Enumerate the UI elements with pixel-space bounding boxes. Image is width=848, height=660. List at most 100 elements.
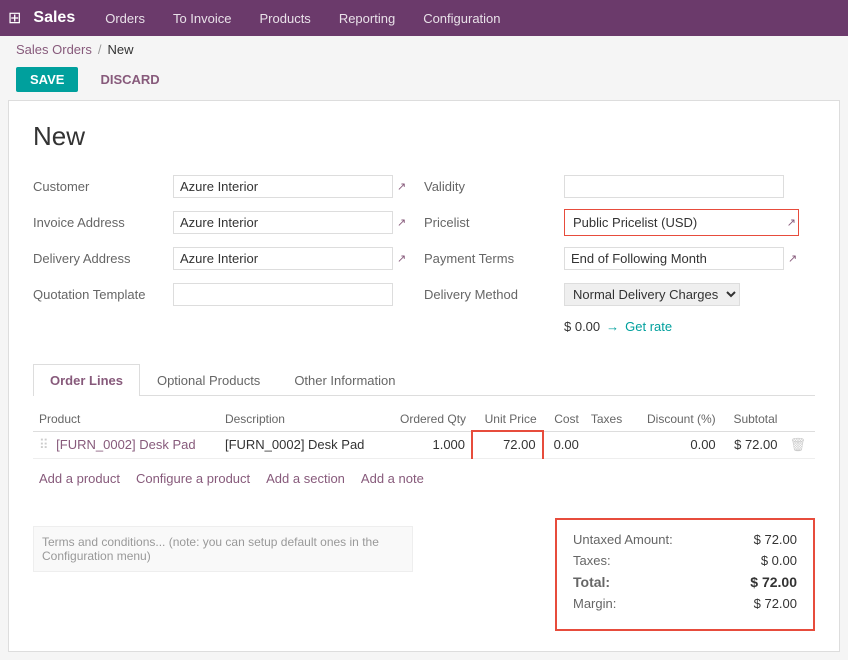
nav-orders[interactable]: Orders <box>99 7 151 30</box>
add-note-link[interactable]: Add a note <box>361 471 424 486</box>
col-delete <box>783 408 815 431</box>
tab-order-lines[interactable]: Order Lines <box>33 364 140 396</box>
row-delete[interactable]: 🗑 <box>783 431 815 458</box>
tab-optional-products[interactable]: Optional Products <box>140 364 277 396</box>
invoice-address-select[interactable]: Azure Interior <box>173 211 393 234</box>
col-cost: Cost <box>543 408 585 431</box>
pricelist-label: Pricelist <box>424 215 564 230</box>
delete-icon[interactable]: 🗑 <box>789 437 806 452</box>
delivery-address-row: Delivery Address Azure Interior ↗ <box>33 244 408 272</box>
validity-row: Validity <box>424 172 799 200</box>
margin-value: $ 72.00 <box>754 596 797 611</box>
drag-handle[interactable]: ⠿ <box>39 437 49 452</box>
col-product: Product <box>33 408 219 431</box>
nav-to-invoice[interactable]: To Invoice <box>167 7 238 30</box>
breadcrumb: Sales Orders / New <box>0 36 848 63</box>
add-section-link[interactable]: Add a section <box>266 471 345 486</box>
grid-icon[interactable]: ⊞ <box>8 8 21 28</box>
quotation-template-label: Quotation Template <box>33 287 173 302</box>
nav-products[interactable]: Products <box>254 7 317 30</box>
quotation-template-row: Quotation Template <box>33 280 408 308</box>
product-link[interactable]: [FURN_0002] Desk Pad <box>56 437 195 452</box>
tabs: Order Lines Optional Products Other Info… <box>33 364 815 396</box>
delivery-address-label: Delivery Address <box>33 251 173 266</box>
taxes-row: Taxes: $ 0.00 <box>573 553 797 568</box>
nav-configuration[interactable]: Configuration <box>417 7 506 30</box>
get-rate-arrow: → <box>606 319 619 334</box>
row-unit-price[interactable]: 72.00 <box>472 431 543 458</box>
pricelist-row: Pricelist Public Pricelist (USD) ↗ <box>424 208 799 236</box>
pricelist-external-link[interactable]: ↗ <box>787 216 796 229</box>
row-cost: 0.00 <box>543 431 585 458</box>
delivery-method-row: Delivery Method Normal Delivery Charges <box>424 280 799 308</box>
total-value: $ 72.00 <box>750 574 797 590</box>
app-title: Sales <box>33 9 75 27</box>
get-rate-link[interactable]: Get rate <box>625 319 672 334</box>
action-bar: SAVE DISCARD <box>0 63 848 100</box>
margin-row: Margin: $ 72.00 <box>573 596 797 611</box>
invoice-address-external-link[interactable]: ↗ <box>397 216 406 229</box>
form-left: Customer Azure Interior ↗ Invoice Addres… <box>33 172 424 348</box>
customer-row: Customer Azure Interior ↗ <box>33 172 408 200</box>
discard-button[interactable]: DISCARD <box>86 67 173 92</box>
col-description: Description <box>219 408 386 431</box>
invoice-address-label: Invoice Address <box>33 215 173 230</box>
add-product-link[interactable]: Add a product <box>39 471 120 486</box>
main-content: New Customer Azure Interior ↗ Invoice Ad… <box>8 100 840 652</box>
row-description: [FURN_0002] Desk Pad <box>219 431 386 458</box>
table-actions: Add a product Configure a product Add a … <box>33 467 815 490</box>
delivery-amount: $ 0.00 <box>564 319 600 334</box>
payment-terms-external-link[interactable]: ↗ <box>788 252 797 265</box>
nav-reporting[interactable]: Reporting <box>333 7 401 30</box>
untaxed-amount-value: $ 72.00 <box>754 532 797 547</box>
delivery-address-select[interactable]: Azure Interior <box>173 247 393 270</box>
terms-box: Terms and conditions... (note: you can s… <box>33 526 413 572</box>
col-ordered-qty: Ordered Qty <box>386 408 472 431</box>
row-subtotal: $ 72.00 <box>722 431 784 458</box>
row-ordered-qty: 1.000 <box>386 431 472 458</box>
page-title: New <box>33 121 815 152</box>
customer-select[interactable]: Azure Interior <box>173 175 393 198</box>
payment-terms-label: Payment Terms <box>424 251 564 266</box>
totals-container: Untaxed Amount: $ 72.00 Taxes: $ 0.00 To… <box>555 518 815 631</box>
payment-terms-field: End of Following Month ↗ <box>564 247 799 270</box>
col-discount: Discount (%) <box>633 408 722 431</box>
customer-label: Customer <box>33 179 173 194</box>
delivery-address-field: Azure Interior ↗ <box>173 247 408 270</box>
row-product: ⠿ [FURN_0002] Desk Pad <box>33 431 219 458</box>
delivery-method-label: Delivery Method <box>424 287 564 302</box>
breadcrumb-current: New <box>108 42 134 57</box>
delivery-address-external-link[interactable]: ↗ <box>397 252 406 265</box>
delivery-method-field: Normal Delivery Charges <box>564 283 799 306</box>
form-grid: Customer Azure Interior ↗ Invoice Addres… <box>33 172 815 348</box>
totals-box: Untaxed Amount: $ 72.00 Taxes: $ 0.00 To… <box>555 518 815 631</box>
form-right: Validity Pricelist Public Pricelist (USD… <box>424 172 815 348</box>
topbar: ⊞ Sales Orders To Invoice Products Repor… <box>0 0 848 36</box>
taxes-value: $ 0.00 <box>761 553 797 568</box>
table-row: ⠿ [FURN_0002] Desk Pad [FURN_0002] Desk … <box>33 431 815 458</box>
col-taxes: Taxes <box>585 408 633 431</box>
row-taxes <box>585 431 633 458</box>
taxes-label: Taxes: <box>573 553 611 568</box>
untaxed-amount-label: Untaxed Amount: <box>573 532 673 547</box>
total-label: Total: <box>573 574 610 590</box>
delivery-rate-row: $ 0.00 → Get rate <box>424 312 799 340</box>
pricelist-select[interactable]: Public Pricelist (USD) <box>567 212 783 233</box>
pricelist-field: Public Pricelist (USD) ↗ <box>564 209 799 236</box>
total-row: Total: $ 72.00 <box>573 574 797 590</box>
margin-label: Margin: <box>573 596 616 611</box>
quotation-template-select[interactable] <box>173 283 393 306</box>
payment-terms-row: Payment Terms End of Following Month ↗ <box>424 244 799 272</box>
validity-label: Validity <box>424 179 564 194</box>
row-discount: 0.00 <box>633 431 722 458</box>
delivery-method-select[interactable]: Normal Delivery Charges <box>564 283 740 306</box>
payment-terms-select[interactable]: End of Following Month <box>564 247 784 270</box>
save-button[interactable]: SAVE <box>16 67 78 92</box>
tab-other-information[interactable]: Other Information <box>277 364 412 396</box>
configure-product-link[interactable]: Configure a product <box>136 471 250 486</box>
validity-select[interactable] <box>564 175 784 198</box>
breadcrumb-parent[interactable]: Sales Orders <box>16 42 92 57</box>
validity-field <box>564 175 799 198</box>
quotation-template-field <box>173 283 408 306</box>
customer-external-link[interactable]: ↗ <box>397 180 406 193</box>
